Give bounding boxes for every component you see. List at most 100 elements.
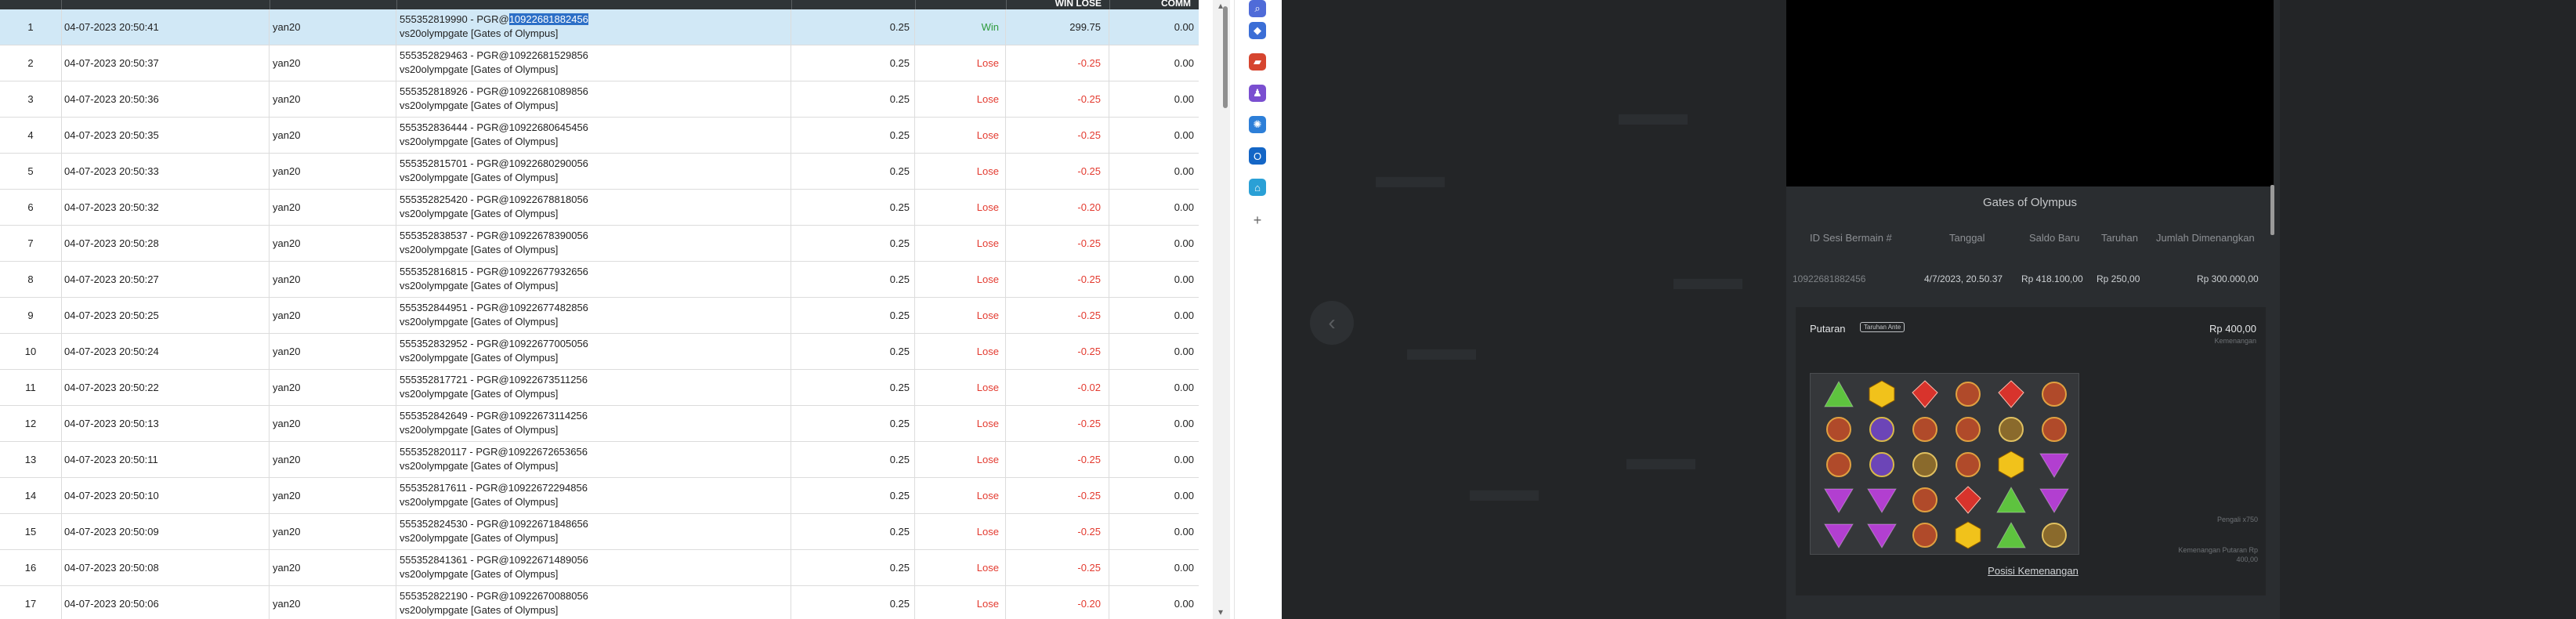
symbol-pink-icon xyxy=(1824,523,1854,548)
reference-id[interactable]: 555352836444 - PGR@10922680645456 xyxy=(400,121,791,135)
reference-id[interactable]: 555352819990 - PGR@10922681882456 xyxy=(400,13,791,27)
reference-id[interactable]: 555352832952 - PGR@10922677005056 xyxy=(400,337,791,351)
reference-id[interactable]: 555352825420 - PGR@10922678818056 xyxy=(400,193,791,207)
reference-id[interactable]: 555352844951 - PGR@10922677482856 xyxy=(400,301,791,315)
column-divider[interactable] xyxy=(61,0,62,9)
row-win-lose: -0.25 xyxy=(1006,298,1109,333)
reference-id[interactable]: 555352829463 - PGR@10922681529856 xyxy=(400,49,791,63)
table-row[interactable]: 1 04-07-2023 20:50:41 yan20 555352819990 - … xyxy=(0,9,1199,45)
table-row[interactable]: 2 04-07-2023 20:50:37 yan20 555352829463 - … xyxy=(0,45,1199,81)
reference-id[interactable]: 555352822190 - PGR@10922670088056 xyxy=(400,589,791,603)
game-name: vs20olympgate [Gates of Olympus] xyxy=(400,172,559,183)
column-header-2[interactable] xyxy=(61,0,262,9)
column-divider[interactable] xyxy=(396,0,397,9)
background-decoration: ▬▬ xyxy=(1626,439,1695,477)
column-divider[interactable] xyxy=(791,0,792,9)
symbol-red-icon xyxy=(1912,380,1938,408)
table-row[interactable]: 15 04-07-2023 20:50:09 yan20 555352824530 -… xyxy=(0,514,1199,550)
column-header-5[interactable] xyxy=(791,0,907,9)
row-number: 3 xyxy=(0,81,62,117)
column-divider[interactable] xyxy=(1006,0,1007,9)
table-row[interactable]: 14 04-07-2023 20:50:10 yan20 555352817611 -… xyxy=(0,478,1199,514)
copilot-icon[interactable]: ✺ xyxy=(1249,116,1266,133)
reference-prefix: 555352815701 - PGR@10922680290056 xyxy=(400,157,588,169)
column-header-1[interactable] xyxy=(0,0,53,9)
reference-id[interactable]: 555352816815 - PGR@10922677932656 xyxy=(400,265,791,279)
reference-prefix: 555352842649 - PGR@10922673114256 xyxy=(400,410,588,422)
table-row[interactable]: 17 04-07-2023 20:50:06 yan20 555352822190 -… xyxy=(0,586,1199,619)
background-decoration: ▬▬ xyxy=(1407,329,1476,367)
row-commission: 0.00 xyxy=(1174,201,1194,213)
row-number: 17 xyxy=(0,586,62,619)
value-win-amount: Rp 300.000,00 xyxy=(2197,273,2259,284)
reference-prefix: 555352829463 - PGR@10922681529856 xyxy=(400,49,588,61)
previous-chevron-icon[interactable]: ‹ xyxy=(1310,301,1354,345)
scroll-down-icon[interactable]: ▾ xyxy=(1216,607,1225,617)
column-divider[interactable] xyxy=(1109,0,1110,9)
symbol-purple-icon xyxy=(1826,417,1851,442)
table-row[interactable]: 12 04-07-2023 20:50:13 yan20 555352842649 -… xyxy=(0,406,1199,442)
row-datetime: 04-07-2023 20:50:35 xyxy=(61,118,270,153)
reference-id[interactable]: 555352838537 - PGR@10922678390056 xyxy=(400,229,791,243)
row-win-lose: -0.02 xyxy=(1006,370,1109,405)
symbol-green-icon xyxy=(1996,521,2026,548)
game-name: vs20olympgate [Gates of Olympus] xyxy=(400,280,559,291)
reference-id[interactable]: 555352817721 - PGR@10922673511256 xyxy=(400,373,791,387)
reel-grid xyxy=(1810,373,2079,555)
ante-bet-badge: Taruhan Ante xyxy=(1860,322,1905,332)
table-row[interactable]: 9 04-07-2023 20:50:25 yan20 555352844951 - … xyxy=(0,298,1199,334)
header-session-id: ID Sesi Bermain # xyxy=(1810,232,1892,244)
reference-id[interactable]: 555352817611 - PGR@10922672294856 xyxy=(400,481,791,495)
spin-win-caption: Kemenangan xyxy=(2214,337,2256,345)
row-commission: 0.00 xyxy=(1174,526,1194,538)
search-icon[interactable]: ⌕ xyxy=(1249,0,1266,17)
table-row[interactable]: 4 04-07-2023 20:50:35 yan20 555352836444 - … xyxy=(0,118,1199,154)
table-row[interactable]: 8 04-07-2023 20:50:27 yan20 555352816815 - … xyxy=(0,262,1199,298)
table-header: WIN LOSE COMM xyxy=(0,0,1199,9)
selected-text-highlight[interactable]: 10922681882456 xyxy=(508,13,588,25)
row-bet: 0.25 xyxy=(791,406,915,441)
column-header-4[interactable] xyxy=(396,0,783,9)
outlook-icon[interactable]: O xyxy=(1249,147,1266,165)
background-decoration: ▬▬ xyxy=(1619,94,1688,132)
reference-id[interactable]: 555352842649 - PGR@10922673114256 xyxy=(400,409,791,423)
table-row[interactable]: 3 04-07-2023 20:50:36 yan20 555352818926 - … xyxy=(0,81,1199,118)
table-row[interactable]: 16 04-07-2023 20:50:08 yan20 555352841361 -… xyxy=(0,550,1199,586)
column-divider[interactable] xyxy=(915,0,916,9)
table-row[interactable]: 10 04-07-2023 20:50:24 yan20 555352832952 -… xyxy=(0,334,1199,370)
column-header-3[interactable] xyxy=(270,0,389,9)
table-row[interactable]: 13 04-07-2023 20:50:11 yan20 555352820117 -… xyxy=(0,442,1199,478)
reference-id[interactable]: 555352824530 - PGR@10922671848656 xyxy=(400,517,791,531)
symbol-purple-icon xyxy=(1956,452,1981,477)
briefcase-icon[interactable]: ▰ xyxy=(1249,53,1266,71)
row-reference: 555352818926 - PGR@10922681089856 vs20oly… xyxy=(396,81,791,117)
symbol-multiplier-icon xyxy=(1999,417,2024,442)
scrollbar-thumb[interactable] xyxy=(1223,6,1228,108)
column-header-6[interactable] xyxy=(915,0,998,9)
column-header-8[interactable]: COMM xyxy=(1109,0,1191,9)
game-name: vs20olympgate [Gates of Olympus] xyxy=(400,100,559,111)
win-position-link[interactable]: Posisi Kemenangan xyxy=(1988,565,2079,577)
reference-id[interactable]: 555352815701 - PGR@10922680290056 xyxy=(400,157,791,171)
reference-id[interactable]: 555352841361 - PGR@10922671489056 xyxy=(400,553,791,567)
reference-prefix: 555352817611 - PGR@10922672294856 xyxy=(400,482,588,494)
row-reference: 555352820117 - PGR@10922672653656 vs20oly… xyxy=(396,442,791,477)
table-row[interactable]: 7 04-07-2023 20:50:28 yan20 555352838537 - … xyxy=(0,226,1199,262)
column-header-7[interactable]: WIN LOSE xyxy=(1006,0,1102,9)
shopping-icon[interactable]: ⌂ xyxy=(1249,179,1266,196)
table-row[interactable]: 11 04-07-2023 20:50:22 yan20 555352817721 -… xyxy=(0,370,1199,406)
value-date: 4/7/2023, 20.50.37 xyxy=(1924,273,2003,284)
reference-id[interactable]: 555352820117 - PGR@10922672653656 xyxy=(400,445,791,459)
row-username: yan20 xyxy=(270,514,396,549)
value-bet: Rp 250,00 xyxy=(2097,273,2140,284)
table-row[interactable]: 6 04-07-2023 20:50:32 yan20 555352825420 - … xyxy=(0,190,1199,226)
tag-icon[interactable]: ◆ xyxy=(1249,22,1266,39)
add-icon[interactable]: + xyxy=(1249,212,1266,229)
row-bet: 0.25 xyxy=(791,586,915,619)
reference-id[interactable]: 555352818926 - PGR@10922681089856 xyxy=(400,85,791,99)
game-name: vs20olympgate [Gates of Olympus] xyxy=(400,424,559,436)
chess-icon[interactable]: ♟ xyxy=(1249,85,1266,102)
row-result: Lose xyxy=(915,550,1006,585)
table-row[interactable]: 5 04-07-2023 20:50:33 yan20 555352815701 - … xyxy=(0,154,1199,190)
row-win-lose: -0.25 xyxy=(1006,154,1109,189)
